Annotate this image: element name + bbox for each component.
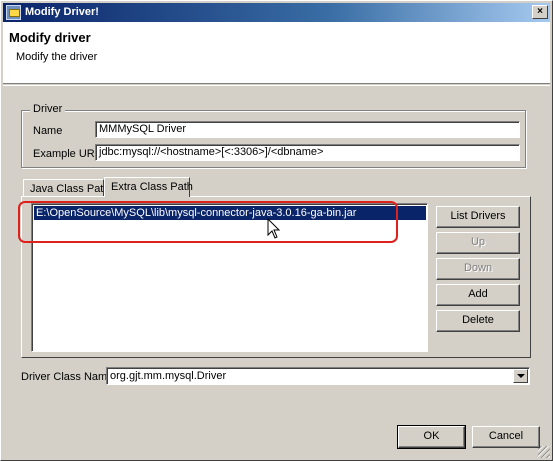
- mouse-pointer-icon: [267, 218, 281, 239]
- example-url-field[interactable]: jdbc:mysql://<hostname>[<:3306>]/<dbname…: [95, 144, 520, 161]
- page-subtitle: Modify the driver: [16, 51, 98, 63]
- highlight-annotation: [18, 201, 398, 243]
- add-button[interactable]: Add: [436, 284, 520, 306]
- driver-group-legend: Driver: [30, 103, 66, 115]
- driver-class-name-combo[interactable]: org.gjt.mm.mysql.Driver: [106, 367, 530, 385]
- window-title: Modify Driver!: [25, 6, 99, 18]
- tab-java-class-path[interactable]: Java Class Path: [23, 179, 109, 197]
- name-label: Name: [33, 125, 63, 137]
- page-title: Modify driver: [9, 30, 91, 45]
- cancel-button[interactable]: Cancel: [472, 426, 540, 448]
- modify-driver-dialog: Modify Driver! × Modify driver Modify th…: [0, 0, 553, 461]
- example-url-label: Example URL: [33, 148, 101, 160]
- driver-class-name-value: org.gjt.mm.mysql.Driver: [110, 370, 227, 382]
- up-button[interactable]: Up: [436, 232, 520, 254]
- name-field[interactable]: MMMySQL Driver: [95, 121, 520, 138]
- driver-class-name-label: Driver Class Name: [21, 371, 114, 383]
- header-banner: Modify driver Modify the driver: [3, 22, 550, 84]
- banner-divider: [3, 85, 550, 86]
- ok-button[interactable]: OK: [397, 425, 466, 449]
- list-drivers-button[interactable]: List Drivers: [436, 206, 520, 228]
- app-folder-icon: [6, 5, 21, 20]
- down-button[interactable]: Down: [436, 258, 520, 280]
- close-button[interactable]: ×: [532, 5, 548, 19]
- chevron-down-icon[interactable]: [513, 369, 528, 383]
- title-bar[interactable]: Modify Driver! ×: [3, 3, 550, 22]
- tab-extra-class-path[interactable]: Extra Class Path: [104, 177, 193, 197]
- delete-button[interactable]: Delete: [436, 310, 520, 332]
